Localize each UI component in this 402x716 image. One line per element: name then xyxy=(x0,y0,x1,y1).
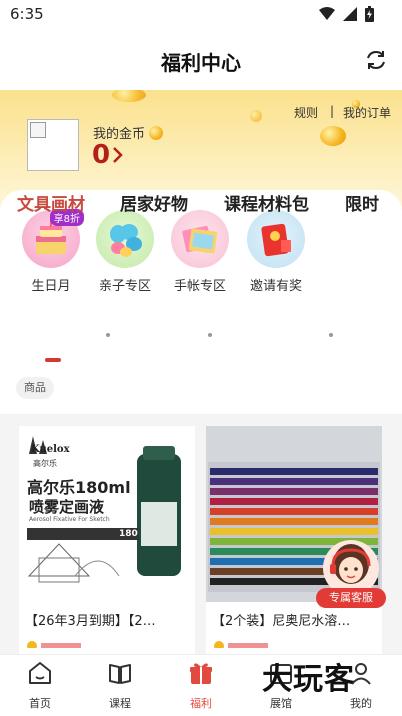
image-subtitle: Aerosol Fixative For Sketch xyxy=(29,516,110,523)
link-separator: | xyxy=(330,104,335,118)
coin-icon xyxy=(149,125,164,140)
status-bar: 6:35 xyxy=(0,0,402,30)
category-journal[interactable]: 手帐专区 xyxy=(165,210,235,294)
image-headline-2: 喷雾定画液 xyxy=(29,498,105,516)
home-icon xyxy=(29,662,51,684)
chevron-right-icon[interactable] xyxy=(112,146,124,164)
tab-separator xyxy=(329,333,333,337)
gift-icon xyxy=(190,663,212,684)
category-label: 邀请有奖 xyxy=(249,279,302,294)
filter-chip-goods[interactable]: 商品 xyxy=(16,377,54,399)
pencil xyxy=(210,498,378,505)
pencil xyxy=(210,518,378,525)
price-fragment xyxy=(27,641,81,648)
nav-label: 福利 xyxy=(190,697,212,710)
title-bar: 福利中心 xyxy=(0,30,402,90)
coins-value[interactable]: 0 xyxy=(92,140,110,170)
book-icon xyxy=(109,664,131,684)
my-orders-link[interactable]: 我的订单 xyxy=(343,104,391,121)
wifi-icon xyxy=(319,7,335,20)
coin-decoration xyxy=(320,126,346,146)
category-label: 亲子专区 xyxy=(98,279,151,294)
status-icons xyxy=(319,6,374,22)
product-title: 【2个装】尼奥尼水溶… xyxy=(212,614,351,629)
battery-icon xyxy=(365,6,374,22)
product-image: Kuelox 高尔乐 高尔乐180ml 喷雾定画液 Aerosol Fixati… xyxy=(19,426,195,602)
image-brand: Kuelox xyxy=(31,444,70,455)
tab-limited[interactable]: 限时 xyxy=(345,190,379,215)
price-fragment xyxy=(214,641,268,648)
tab-home-goods[interactable]: 居家好物 xyxy=(120,190,188,215)
pencil xyxy=(210,478,378,485)
pencil xyxy=(210,528,378,535)
nav-label: 课程 xyxy=(109,697,131,710)
image-tag: 180 xyxy=(119,529,138,539)
nav-welfare[interactable]: 福利 xyxy=(166,659,236,711)
stickers-icon xyxy=(171,210,229,268)
rules-link[interactable]: 规则 xyxy=(294,104,318,121)
balloon-animal-icon xyxy=(96,210,154,268)
category-family[interactable]: 亲子专区 xyxy=(90,210,160,294)
image-brand-cn: 高尔乐 xyxy=(33,459,57,468)
pencil xyxy=(210,488,378,495)
tab-separator xyxy=(208,333,212,337)
active-tab-indicator xyxy=(45,358,61,362)
category-label: 生日月 xyxy=(31,279,71,294)
category-label: 手帐专区 xyxy=(173,279,226,294)
tab-course-kits[interactable]: 课程材料包 xyxy=(224,190,309,215)
tab-stationery[interactable]: 文具画材 xyxy=(17,190,85,215)
product-card[interactable]: Kuelox 高尔乐 高尔乐180ml 喷雾定画液 Aerosol Fixati… xyxy=(19,426,195,656)
red-envelope-icon xyxy=(247,210,305,268)
customer-service-button[interactable]: 专属客服 xyxy=(316,540,386,610)
category-row: 享8折 生日月 亲子专区 手帐专区 邀请有奖 xyxy=(0,209,402,294)
pencil xyxy=(210,508,378,515)
nav-label: 首页 xyxy=(29,697,51,710)
product-title: 【26年3月到期】【2… xyxy=(25,614,156,629)
status-time: 6:35 xyxy=(10,5,44,23)
customer-service-label: 专属客服 xyxy=(316,588,386,608)
coin-decoration xyxy=(112,90,146,102)
coin-decoration xyxy=(250,110,262,122)
refresh-icon[interactable] xyxy=(364,48,388,72)
birthday-cake-icon: 享8折 xyxy=(22,209,84,268)
image-headline-1: 高尔乐180ml xyxy=(27,478,131,497)
pencil xyxy=(210,468,378,475)
nav-course[interactable]: 课程 xyxy=(85,659,155,711)
nav-home[interactable]: 首页 xyxy=(5,659,75,711)
signal-icon xyxy=(343,7,357,21)
category-birthday[interactable]: 享8折 生日月 xyxy=(16,209,86,294)
watermark-text: 大玩客 xyxy=(262,662,355,697)
page-title: 福利中心 xyxy=(161,51,241,75)
category-invite[interactable]: 邀请有奖 xyxy=(241,210,311,294)
tab-separator xyxy=(106,333,110,337)
avatar[interactable] xyxy=(27,119,79,171)
